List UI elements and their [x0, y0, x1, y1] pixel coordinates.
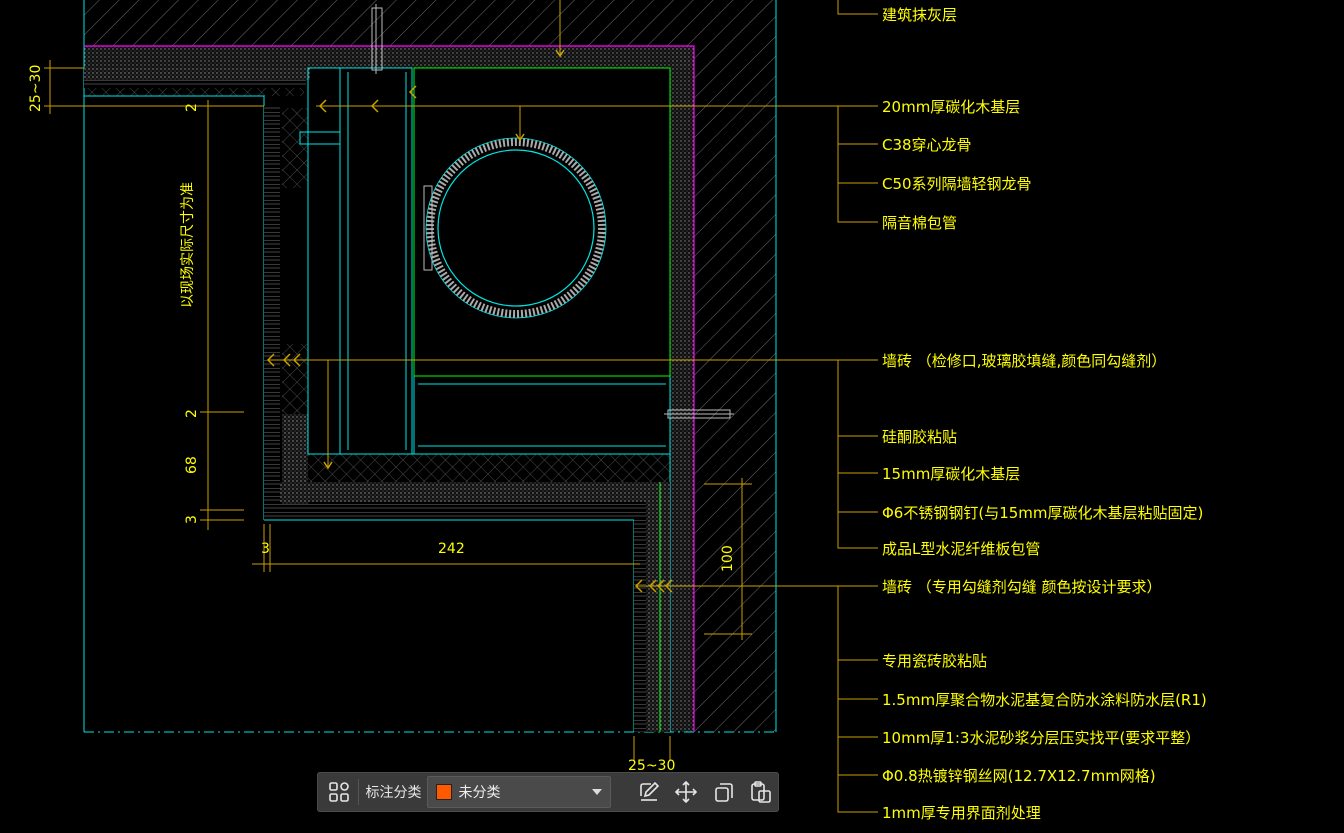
note-text: 硅酮胶粘贴 [882, 428, 957, 446]
note-text: 成品L型水泥纤维板包管 [882, 540, 1040, 558]
toolbar-separator [358, 779, 360, 805]
dim-100: 100 [720, 545, 736, 572]
grid-icon [328, 782, 349, 802]
note-text: 专用瓷砖胶粘贴 [882, 652, 987, 670]
top-finish-layers [84, 68, 310, 520]
copy-button[interactable] [706, 774, 741, 810]
move-icon [675, 780, 698, 804]
leader-lines [268, 0, 878, 813]
note-text: C38穿心龙骨 [882, 136, 972, 154]
annotation-toolbar: 标注分类 未分类 [317, 772, 779, 812]
copy-icon [714, 783, 733, 802]
paste-button[interactable] [744, 774, 779, 810]
note-text: 20mm厚碳化木基层 [882, 98, 1020, 116]
dimension-texts: 25~30 以现场实际尺寸为准 2 2 68 3 3 242 100 25~30 [28, 65, 736, 774]
note-text: 1.5mm厚聚合物水泥基复合防水涂料防水层(R1) [882, 691, 1207, 709]
move-button[interactable] [669, 774, 704, 810]
grid-button[interactable] [321, 774, 356, 810]
edit-button[interactable] [631, 774, 666, 810]
pipe-enclosure [413, 67, 671, 377]
dim-68: 68 [184, 456, 200, 474]
cad-canvas[interactable]: 建筑抹灰层 20mm厚碳化木基层 C38穿心龙骨 C50系列隔墙轻钢龙骨 隔音棉… [0, 0, 1344, 833]
note-text: 墙砖 （检修口,玻璃胶填缝,颜色同勾缝剂） [882, 352, 1166, 370]
chevron-down-icon [592, 789, 603, 795]
paste-icon [751, 781, 772, 803]
category-select[interactable]: 未分类 [427, 776, 612, 808]
dim-242: 242 [438, 541, 465, 557]
note-text: Φ0.8热镀锌钢丝网(12.7X12.7mm网格) [882, 767, 1156, 785]
note-text: 建筑抹灰层 [882, 6, 957, 24]
category-selected-value: 未分类 [458, 785, 501, 801]
dim-3v: 3 [184, 515, 200, 524]
category-color-swatch [436, 784, 453, 800]
note-text: Φ6不锈钢钢钉(与15mm厚碳化木基层粘贴固定) [882, 504, 1203, 522]
note-text: 1mm厚专用界面剂处理 [882, 804, 1041, 822]
note-text: 墙砖 （专用勾缝剂勾缝 颜色按设计要求） [882, 578, 1162, 596]
annotation-notes: 建筑抹灰层 20mm厚碳化木基层 C38穿心龙骨 C50系列隔墙轻钢龙骨 隔音棉… [882, 6, 1207, 822]
note-text: 隔音棉包管 [882, 214, 957, 232]
dim-2b: 2 [184, 409, 200, 418]
note-text: 10mm厚1:3水泥砂浆分层压实找平(要求平整） [882, 729, 1200, 747]
edit-icon [639, 781, 659, 801]
dim-vertical-note: 以现场实际尺寸为准 [180, 182, 196, 308]
bottom-finish-layers [264, 453, 671, 732]
note-text: 15mm厚碳化木基层 [882, 465, 1020, 483]
note-text: C50系列隔墙轻钢龙骨 [882, 175, 1032, 193]
classify-label: 标注分类 [365, 785, 422, 801]
stud-framing [299, 67, 671, 455]
dim-top-left: 25~30 [28, 65, 44, 112]
dim-3h: 3 [261, 541, 270, 557]
dim-2a: 2 [184, 103, 200, 112]
